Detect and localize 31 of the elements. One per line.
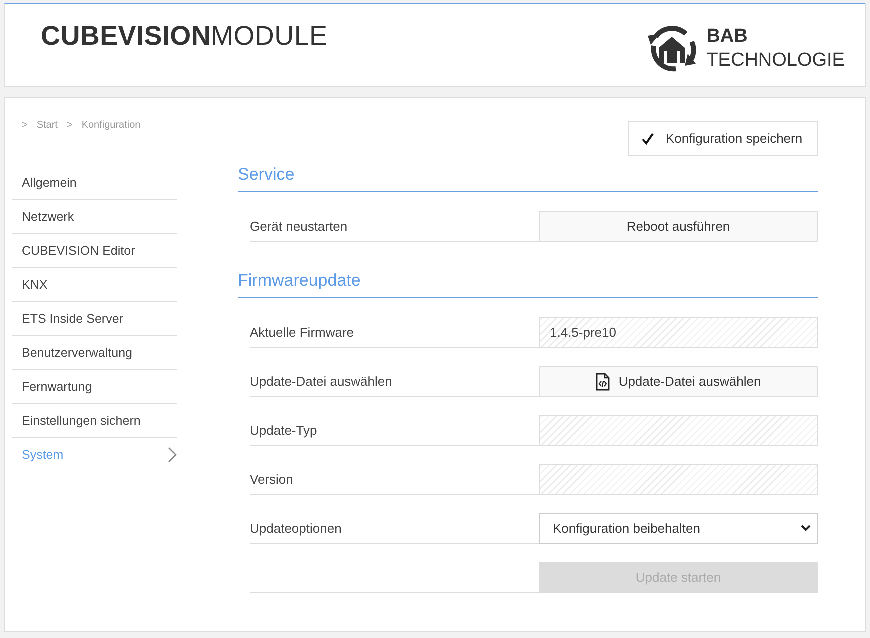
- check-icon: [642, 132, 654, 144]
- chevron-right-icon: [168, 447, 177, 463]
- field-label: Aktuelle Firmware: [250, 324, 354, 340]
- sidebar-item[interactable]: CUBEVISION Editor: [12, 234, 177, 268]
- field-label: Updateoptionen: [250, 520, 342, 536]
- field-label: Update-Typ: [250, 422, 318, 438]
- save-config-button[interactable]: Konfiguration speichern: [628, 121, 818, 156]
- section-heading: Firmwareupdate: [238, 270, 818, 298]
- update-options-select[interactable]: Konfiguration beibehalten: [539, 513, 818, 544]
- sidebar-item[interactable]: Fernwartung: [12, 370, 177, 404]
- breadcrumb-separator: >: [22, 119, 28, 133]
- code-file-icon: [596, 372, 610, 390]
- chevron-down-icon: [801, 525, 811, 532]
- logo-text: BAB: [706, 25, 749, 49]
- field-label: Update-Datei auswählen: [250, 374, 392, 388]
- readonly-field: 1.4.5-pre10: [539, 317, 818, 348]
- sidebar-item[interactable]: Einstellungen sichern: [12, 404, 177, 438]
- sidebar-item[interactable]: ETS Inside Server: [12, 302, 177, 336]
- field-label: Gerät neustarten: [250, 218, 348, 234]
- breadcrumb-separator: >: [66, 119, 73, 133]
- sidebar-item[interactable]: Allgemein: [12, 166, 177, 200]
- sidebar-item[interactable]: Netzwerk: [12, 200, 177, 234]
- sidebar-item[interactable]: KNX: [12, 268, 177, 302]
- file-select-button[interactable]: Update-Datei auswählen: [539, 366, 818, 397]
- sidebar-item[interactable]: Benutzerverwaltung: [12, 336, 177, 370]
- field-label: Version: [250, 472, 294, 486]
- reboot-button[interactable]: Reboot ausführen: [539, 211, 818, 242]
- app-title: CUBEVISIONMODULE: [41, 20, 328, 53]
- section-heading: Service: [238, 164, 818, 192]
- logo-text: TECHNOLOGIE: [706, 49, 845, 73]
- logo-icon: [646, 26, 698, 72]
